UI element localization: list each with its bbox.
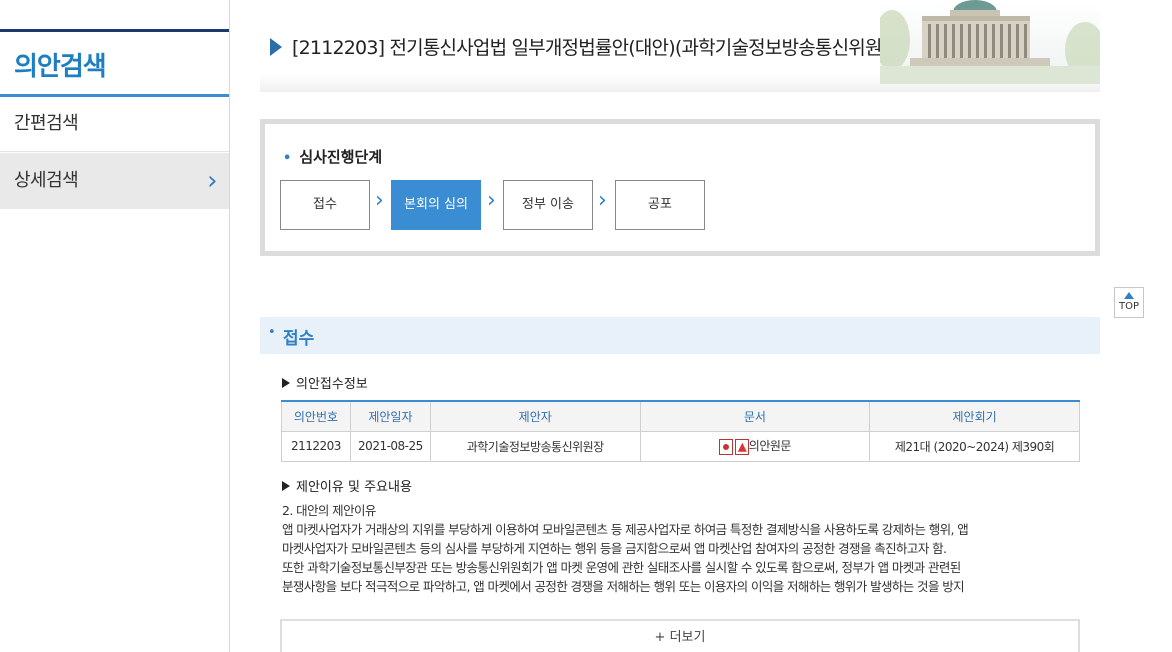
column-header: 문서 [639,400,871,432]
document-cell: 의안원문 [639,430,871,462]
sidebar-title: 의안검색 [0,29,229,97]
pdf-file-icon[interactable] [734,438,749,455]
sidebar-item-label: 간편검색 [14,113,79,134]
stage-heading-text: 심사진행단계 [299,148,383,166]
proposal-reason-text: 2. 대안의 제안이유 앱 마켓사업자가 거래상의 지위를 부당하게 이용하여 … [282,501,1082,596]
stage-step-government-transfer: 정부 이송 [503,180,593,230]
section-header: • 접수 [260,317,1100,354]
step-arrow-icon: › [598,188,607,213]
table-header-row: 의안번호 제안일자 제안자 문서 제안회기 [281,400,1080,432]
proposer-cell: 과학기술정보방송통신위원장 [429,430,641,462]
scroll-top-label: TOP [1118,301,1139,312]
show-more-button[interactable]: + 더보기 [280,619,1080,652]
sidebar-item-simple-search[interactable]: 간편검색 [0,96,229,152]
step-arrow-icon: › [487,188,496,213]
text-line: 또한 과학기술정보통신부장관 또는 방송통신위원회가 앱 마켓 운영에 관한 실… [282,560,961,575]
hwp-file-icon[interactable] [718,438,733,455]
triangle-right-icon [282,378,290,388]
section-title: 접수 [283,329,315,349]
text-line: 앱 마켓사업자가 거래상의 지위를 부당하게 이용하여 모바일콘텐츠 등 제공사… [282,522,969,537]
document-link[interactable]: 의안원문 [749,439,792,453]
scroll-top-button[interactable]: TOP [1114,287,1144,318]
column-header: 제안자 [429,400,641,432]
title-arrow-icon [270,38,282,56]
chevron-right-icon: › [207,166,217,196]
stage-step-promulgation: 공포 [615,180,705,230]
info-subheading: 의안접수정보 [282,373,368,392]
column-header: 제안회기 [869,400,1080,432]
table-row: 2112203 2021-08-25 과학기술정보방송통신위원장 의안원문 제2… [281,430,1080,462]
sidebar-title-text: 의안검색 [14,52,107,82]
proposal-date-cell: 2021-08-25 [349,430,431,462]
column-header: 제안일자 [349,400,431,432]
step-arrow-icon: › [375,188,384,213]
stage-heading: • 심사진행단계 [283,146,382,167]
bill-number-cell: 2112203 [281,430,351,462]
stage-step-plenary: 본회의 심의 [391,180,481,230]
session-cell: 제21대 (2020~2024) 제390회 [869,430,1080,462]
triangle-right-icon [282,481,290,491]
info-subheading-text: 의안접수정보 [296,377,368,392]
stage-step-received: 접수 [280,180,370,230]
sidebar-item-label: 상세검색 [14,170,79,191]
reason-subheading-text: 제안이유 및 주요내용 [296,480,412,495]
sidebar: 의안검색 간편검색 상세검색 › [0,0,230,652]
bullet-icon: • [268,325,276,340]
text-line: 마켓사업자가 모바일콘텐츠 등의 심사를 부당하게 지연하는 행위 등을 금지함… [282,541,947,556]
text-line: 2. 대안의 제안이유 [282,503,376,518]
sidebar-item-detail-search[interactable]: 상세검색 › [0,153,229,209]
text-line: 분쟁사항을 보다 적극적으로 파악하고, 앱 마켓에서 공정한 경쟁을 저해하는… [282,579,965,594]
review-stage-panel: • 심사진행단계 접수 › 본회의 심의 › 정부 이송 › 공포 [260,119,1100,256]
arrow-up-icon [1124,292,1134,299]
column-header: 의안번호 [281,400,351,432]
bullet-icon: • [283,151,292,166]
page-title: [2112203] 전기통신사업법 일부개정법률안(대안)(과학기술정보방송통신… [292,37,906,59]
assembly-building-image [880,0,1100,84]
bill-info-table: 의안번호 제안일자 제안자 문서 제안회기 2112203 2021-08-25… [281,400,1080,462]
reason-subheading: 제안이유 및 주요내용 [282,476,412,495]
